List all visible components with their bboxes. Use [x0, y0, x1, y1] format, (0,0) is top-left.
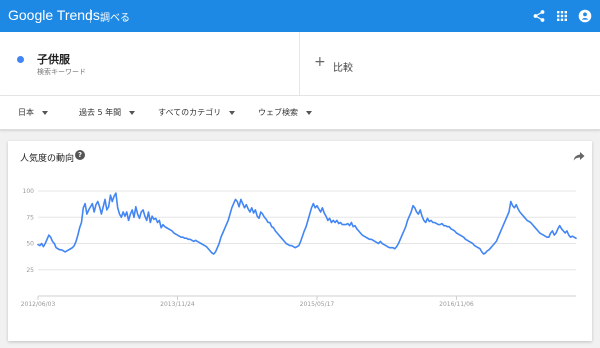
term-name[interactable]: 子供服	[37, 51, 70, 67]
y-tick-label: 50	[26, 241, 34, 248]
filter-bar: 日本 過去 5 年間 すべてのカテゴリ ウェブ検索	[0, 96, 600, 130]
y-tick-label: 75	[26, 214, 34, 221]
y-tick-label: 25	[26, 267, 34, 274]
term-card[interactable]: 子供服 検索キーワード	[0, 32, 300, 96]
search-terms-bar: 子供服 検索キーワード + 比較	[0, 32, 600, 96]
chevron-down-icon	[306, 110, 312, 115]
chevron-down-icon	[229, 110, 236, 115]
appbar-divider	[90, 9, 91, 23]
x-tick-label: 2015/05/17	[300, 301, 335, 308]
series-color-dot	[17, 56, 24, 63]
series-line	[37, 192, 577, 255]
filter-time-range[interactable]: 過去 5 年間	[79, 107, 136, 118]
term-type: 検索キーワード	[37, 68, 86, 76]
chevron-down-icon	[42, 110, 48, 115]
x-tick-label: 2016/11/06	[439, 301, 474, 308]
plus-icon: +	[314, 54, 326, 70]
trend-line-chart[interactable]: 25 50 75 100 2012/06/03 2013/11/24 2015/05/17 2…	[8, 141, 592, 341]
x-tick-label: 2013/11/24	[160, 301, 195, 308]
compare-label: 比較	[333, 63, 353, 74]
interest-over-time-card: 人気度の動向 ? 25 50 75 100 2012/06/03 2013/11/24 20…	[8, 141, 592, 341]
explore-title: 調べる	[100, 13, 130, 24]
app-bar: Google Trends 調べる	[0, 0, 600, 32]
apps-icon[interactable]	[555, 9, 569, 23]
chevron-down-icon	[129, 110, 136, 115]
share-icon[interactable]	[532, 9, 546, 23]
filter-category[interactable]: すべてのカテゴリ	[158, 107, 236, 118]
filter-search-type[interactable]: ウェブ検索	[258, 107, 312, 118]
x-tick-label: 2012/06/03	[21, 301, 56, 308]
account-icon[interactable]	[578, 9, 592, 23]
y-tick-label: 100	[23, 188, 35, 195]
google-trends-logo[interactable]: Google Trends	[8, 7, 100, 23]
filter-region[interactable]: 日本	[18, 107, 48, 118]
compare-button[interactable]: + 比較	[300, 32, 600, 96]
